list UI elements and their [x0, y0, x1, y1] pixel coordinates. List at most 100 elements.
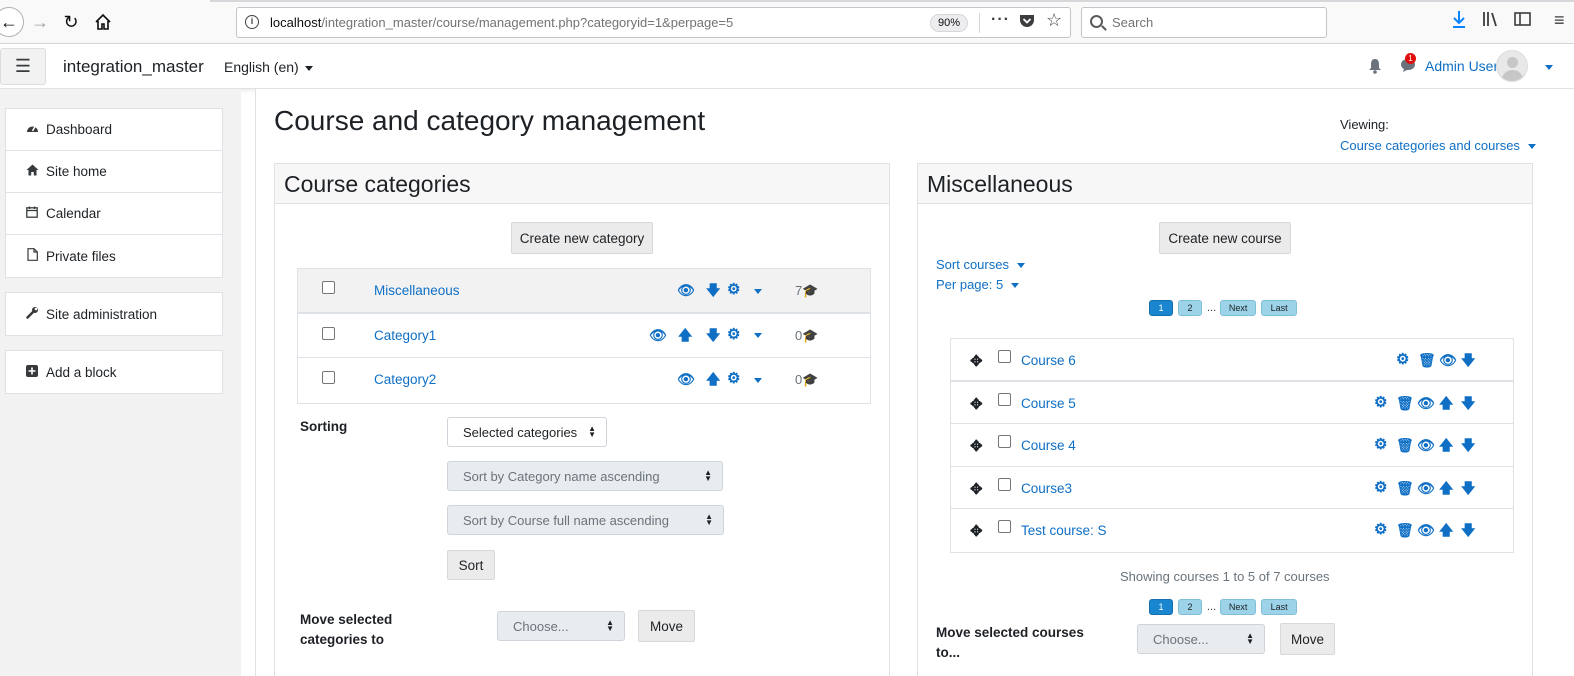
page-1-button[interactable]: 1	[1149, 300, 1173, 316]
caret-down-icon[interactable]	[754, 327, 762, 343]
user-menu-caret-icon[interactable]	[1545, 58, 1553, 74]
trash-icon[interactable]: 🗑	[1396, 395, 1414, 411]
drawer-item-dashboard[interactable]: Dashboard	[6, 109, 222, 151]
page-1-button[interactable]: 1	[1149, 599, 1173, 615]
reload-button[interactable]: ↻	[57, 8, 85, 36]
arrow-up-icon[interactable]: 🡅	[678, 327, 692, 343]
next-page-button[interactable]: Next	[1220, 300, 1257, 316]
sort-button[interactable]: Sort	[447, 550, 495, 580]
move-courses-button[interactable]: Move	[1280, 623, 1335, 655]
course-checkbox[interactable]	[998, 477, 1011, 491]
move-handle-icon[interactable]: ✥	[970, 352, 983, 370]
category-checkbox[interactable]	[322, 371, 335, 384]
drawer-item-add-block[interactable]: Add a block	[6, 351, 222, 393]
page-actions-icon[interactable]: ···	[991, 11, 1010, 29]
user-menu-name[interactable]: Admin User	[1425, 58, 1498, 74]
viewing-mode-menu[interactable]: Course categories and courses	[1340, 138, 1536, 153]
arrow-up-icon[interactable]: 🡅	[1439, 437, 1453, 453]
category-row[interactable]: Category1 👁 🡅 🡇 ⚙ 0🎓	[298, 314, 870, 358]
arrow-down-icon[interactable]: 🡇	[1461, 522, 1475, 538]
eye-icon[interactable]: 👁	[1417, 522, 1435, 538]
back-button[interactable]: ←	[0, 7, 24, 37]
site-name-link[interactable]: integration_master	[63, 57, 204, 77]
eye-icon[interactable]: 👁	[1417, 395, 1435, 411]
course-name-link[interactable]: Test course: S	[1021, 523, 1107, 538]
arrow-down-icon[interactable]: 🡇	[1461, 437, 1475, 453]
category-checkbox[interactable]	[322, 281, 335, 294]
sidebar-toggle-icon[interactable]	[1514, 11, 1532, 32]
downloads-icon[interactable]	[1451, 9, 1467, 34]
category-row[interactable]: Miscellaneous 👁 🡇 ⚙ 7🎓	[298, 269, 870, 314]
move-courses-target-select[interactable]: Choose... ▲ ▼	[1137, 624, 1265, 654]
eye-icon[interactable]: 👁	[677, 282, 695, 298]
library-icon[interactable]	[1482, 11, 1500, 32]
move-handle-icon[interactable]: ✥	[970, 480, 983, 498]
notifications-bell-icon[interactable]	[1368, 58, 1382, 78]
course-row[interactable]: ✥ Course 5 ⚙ 🗑 👁 🡅 🡇	[951, 382, 1513, 425]
zoom-level-badge[interactable]: 90%	[930, 14, 969, 32]
gear-icon[interactable]: ⚙	[1374, 479, 1387, 496]
create-category-button[interactable]: Create new category	[511, 222, 653, 254]
user-avatar[interactable]	[1496, 50, 1528, 82]
course-name-link[interactable]: Course 5	[1021, 396, 1076, 411]
create-course-button[interactable]: Create new course	[1159, 222, 1291, 254]
arrow-up-icon[interactable]: 🡅	[1439, 480, 1453, 496]
sort-course-select[interactable]: Sort by Course full name ascending ▲ ▼	[447, 505, 724, 535]
browser-search-bar[interactable]: Search	[1081, 7, 1327, 38]
course-row[interactable]: ✥ Test course: S ⚙ 🗑 👁 🡅 🡇	[951, 509, 1513, 552]
arrow-down-icon[interactable]: 🡇	[1461, 395, 1475, 411]
arrow-up-icon[interactable]: 🡅	[1439, 395, 1453, 411]
per-page-menu[interactable]: Per page: 5	[936, 277, 1020, 292]
drawer-item-site-administration[interactable]: Site administration	[6, 293, 222, 335]
move-handle-icon[interactable]: ✥	[970, 522, 983, 540]
pocket-icon[interactable]	[1018, 12, 1036, 35]
course-name-link[interactable]: Course3	[1021, 481, 1072, 496]
arrow-down-icon[interactable]: 🡇	[706, 327, 720, 343]
move-categories-button[interactable]: Move	[638, 610, 695, 642]
last-page-button[interactable]: Last	[1261, 599, 1298, 615]
sort-scope-select[interactable]: Selected categories ▲ ▼	[447, 417, 607, 447]
course-row[interactable]: ✥ Course 6 ⚙ 🗑 👁 🡇	[951, 339, 1513, 382]
url-bar[interactable]: i localhost/integration_master/course/ma…	[236, 7, 1071, 38]
eye-icon[interactable]: 👁	[649, 327, 667, 343]
gear-icon[interactable]: ⚙	[727, 326, 740, 343]
last-page-button[interactable]: Last	[1261, 300, 1298, 316]
category-name-link[interactable]: Miscellaneous	[374, 283, 460, 298]
page-2-button[interactable]: 2	[1178, 599, 1202, 615]
course-row[interactable]: ✥ Course 4 ⚙ 🗑 👁 🡅 🡇	[951, 424, 1513, 467]
gear-icon[interactable]: ⚙	[727, 371, 740, 387]
move-categories-target-select[interactable]: Choose... ▲ ▼	[497, 611, 625, 641]
home-button[interactable]	[89, 8, 117, 36]
arrow-down-icon[interactable]: 🡇	[1461, 480, 1475, 496]
overflow-menu-icon[interactable]: ≡	[1554, 10, 1565, 31]
caret-down-icon[interactable]	[754, 282, 762, 298]
site-info-icon[interactable]: i	[245, 15, 259, 29]
drawer-item-site-home[interactable]: Site home	[6, 151, 222, 193]
category-name-link[interactable]: Category1	[374, 328, 436, 343]
gear-icon[interactable]: ⚙	[1396, 352, 1409, 368]
bookmark-star-icon[interactable]: ☆	[1046, 10, 1062, 31]
category-checkbox[interactable]	[322, 326, 335, 340]
course-checkbox[interactable]	[998, 520, 1011, 534]
trash-icon[interactable]: 🗑	[1418, 352, 1436, 368]
sort-courses-menu[interactable]: Sort courses	[936, 257, 1025, 272]
url-text[interactable]: localhost/integration_master/course/mana…	[270, 15, 733, 30]
trash-icon[interactable]: 🗑	[1396, 522, 1414, 538]
eye-icon[interactable]: 👁	[677, 371, 695, 387]
drawer-item-calendar[interactable]: Calendar	[6, 193, 222, 235]
move-handle-icon[interactable]: ✥	[970, 437, 983, 455]
next-page-button[interactable]: Next	[1220, 599, 1257, 615]
language-menu[interactable]: English (en)	[224, 59, 313, 75]
caret-down-icon[interactable]	[754, 371, 762, 387]
course-checkbox[interactable]	[998, 350, 1011, 363]
drawer-toggle-button[interactable]: ☰	[0, 48, 46, 85]
gear-icon[interactable]: ⚙	[727, 282, 740, 298]
sort-category-select[interactable]: Sort by Category name ascending ▲ ▼	[447, 461, 723, 491]
eye-icon[interactable]: 👁	[1439, 352, 1457, 368]
trash-icon[interactable]: 🗑	[1396, 480, 1414, 496]
arrow-down-icon[interactable]: 🡇	[1461, 352, 1475, 368]
drawer-item-private-files[interactable]: Private files	[6, 235, 222, 277]
trash-icon[interactable]: 🗑	[1396, 437, 1414, 453]
course-checkbox[interactable]	[998, 392, 1011, 406]
arrow-down-icon[interactable]: 🡇	[706, 282, 720, 298]
